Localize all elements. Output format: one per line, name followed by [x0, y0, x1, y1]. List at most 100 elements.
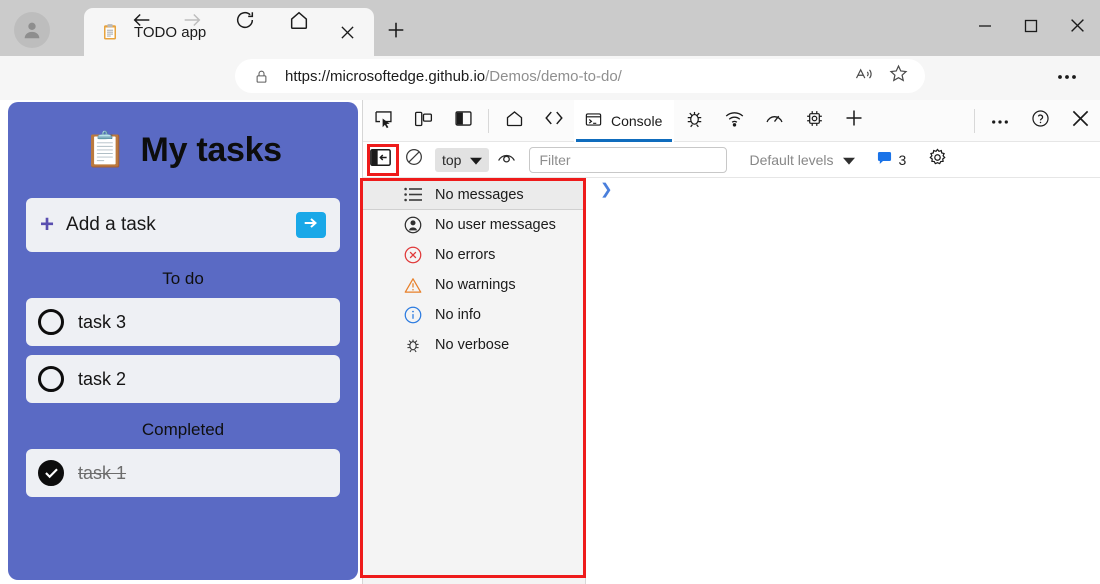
home-icon — [504, 108, 525, 134]
todo-app-card: 📋 My tasks + Add a task To do task 3 — [8, 102, 358, 580]
sidebar-item-no-verbose[interactable]: No verbose — [363, 330, 585, 360]
devtools-main-toolbar: Console — [363, 100, 1100, 142]
plus-icon — [387, 21, 405, 44]
sidebar-item-no-user-messages[interactable]: No user messages — [363, 210, 585, 240]
browser-settings-button[interactable] — [1050, 61, 1084, 91]
inspect-element-button[interactable] — [363, 100, 403, 142]
sidebar-item-label: No messages — [435, 187, 524, 203]
memory-chip-icon — [804, 108, 825, 134]
console-filter-placeholder: Filter — [539, 152, 570, 168]
close-icon — [1071, 109, 1090, 133]
section-label-todo: To do — [8, 269, 358, 289]
forward-arrow-icon — [181, 9, 203, 36]
arrow-right-icon — [302, 216, 320, 235]
console-prompt-row[interactable]: ❯ — [586, 178, 1100, 204]
task-checkbox[interactable] — [38, 366, 64, 392]
gear-icon — [927, 147, 948, 173]
network-tab-button[interactable] — [714, 100, 754, 142]
task-checkbox-checked[interactable] — [38, 460, 64, 486]
close-icon — [1070, 18, 1085, 38]
console-filter-input[interactable]: Filter — [529, 147, 727, 173]
eye-icon — [496, 149, 517, 170]
console-context-value: top — [442, 152, 461, 168]
browser-window: TODO app — [0, 0, 1100, 584]
window-minimize-button[interactable] — [962, 0, 1008, 56]
sidebar-item-no-info[interactable]: No info — [363, 300, 585, 330]
sidebar-item-no-messages[interactable]: No messages — [363, 180, 585, 210]
address-bar[interactable]: https://microsoftedge.github.io/Demos/de… — [235, 59, 925, 93]
chevron-down-icon — [843, 152, 855, 168]
info-circle-icon — [403, 305, 423, 325]
console-message-count[interactable]: 3 — [877, 151, 907, 168]
console-settings-button[interactable] — [922, 145, 952, 175]
clipboard-icon — [100, 22, 120, 42]
sources-tab-button[interactable] — [674, 100, 714, 142]
verbose-bug-icon — [403, 335, 423, 355]
maximize-icon — [1024, 19, 1038, 38]
lock-icon — [251, 69, 271, 84]
user-message-icon — [403, 215, 423, 235]
sidebar-item-no-errors[interactable]: No errors — [363, 240, 585, 270]
toolbar-divider — [974, 109, 975, 133]
page-title: My tasks — [141, 131, 282, 170]
elements-code-icon — [543, 107, 565, 134]
back-arrow-icon — [131, 9, 153, 36]
profile-avatar-icon — [21, 19, 43, 41]
task-checkbox[interactable] — [38, 309, 64, 335]
task-row[interactable]: task 3 — [26, 298, 340, 346]
live-expression-button[interactable] — [489, 142, 523, 178]
window-maximize-button[interactable] — [1008, 0, 1054, 56]
task-row[interactable]: task 2 — [26, 355, 340, 403]
performance-tab-button[interactable] — [754, 100, 794, 142]
toolbar-divider — [488, 109, 489, 133]
todo-header: 📋 My tasks — [8, 102, 358, 198]
device-emulation-button[interactable] — [403, 100, 443, 142]
add-task-submit-button[interactable] — [296, 212, 326, 238]
elements-tab-button[interactable] — [534, 100, 574, 142]
back-button[interactable] — [125, 5, 159, 39]
read-aloud-button[interactable] — [847, 59, 881, 93]
welcome-tab-button[interactable] — [494, 100, 534, 142]
add-task-placeholder: Add a task — [66, 214, 296, 236]
tab-console-label: Console — [611, 113, 662, 129]
new-tab-button[interactable] — [380, 16, 412, 48]
console-output-area[interactable]: ❯ — [586, 178, 1100, 584]
memory-tab-button[interactable] — [794, 100, 834, 142]
more-tabs-button[interactable] — [834, 100, 874, 142]
tab-close-button[interactable] — [334, 19, 360, 45]
devtools-close-button[interactable] — [1060, 100, 1100, 142]
panel-layout-button[interactable] — [443, 100, 483, 142]
sidebar-item-no-warnings[interactable]: No warnings — [363, 270, 585, 300]
task-label: task 1 — [78, 463, 126, 484]
home-button[interactable] — [282, 5, 316, 39]
console-log-levels-label: Default levels — [749, 152, 833, 168]
console-sidebar: No messages No user messages — [363, 178, 586, 584]
sidebar-item-label: No user messages — [435, 217, 556, 233]
favorite-button[interactable] — [881, 59, 915, 93]
profile-avatar[interactable] — [14, 12, 50, 48]
window-close-button[interactable] — [1054, 0, 1100, 56]
task-label: task 3 — [78, 312, 126, 333]
console-sidebar-toggle-button[interactable] — [363, 142, 397, 178]
task-row[interactable]: task 1 — [26, 449, 340, 497]
plus-icon: + — [40, 213, 54, 237]
devtools-help-button[interactable] — [1020, 100, 1060, 142]
clear-console-button[interactable] — [397, 142, 431, 178]
console-context-selector[interactable]: top — [435, 148, 489, 172]
debugger-bug-icon — [684, 108, 705, 134]
address-bar-actions — [847, 59, 915, 93]
add-task-input[interactable]: + Add a task — [26, 198, 340, 252]
console-log-levels-selector[interactable]: Default levels — [749, 152, 854, 168]
star-icon — [888, 63, 909, 89]
reload-button[interactable] — [228, 5, 262, 39]
sidebar-item-label: No warnings — [435, 277, 516, 293]
tab-console[interactable]: Console — [574, 100, 674, 142]
web-page-content: 📋 My tasks + Add a task To do task 3 — [0, 100, 362, 584]
home-icon — [288, 9, 310, 36]
address-bar-url: https://microsoftedge.github.io/Demos/de… — [285, 68, 622, 85]
console-sidebar-toggle-icon — [370, 149, 391, 171]
sidebar-item-label: No info — [435, 307, 481, 323]
devtools-more-tools-button[interactable] — [980, 100, 1020, 142]
ellipsis-icon — [991, 112, 1009, 130]
performance-gauge-icon — [764, 108, 785, 134]
